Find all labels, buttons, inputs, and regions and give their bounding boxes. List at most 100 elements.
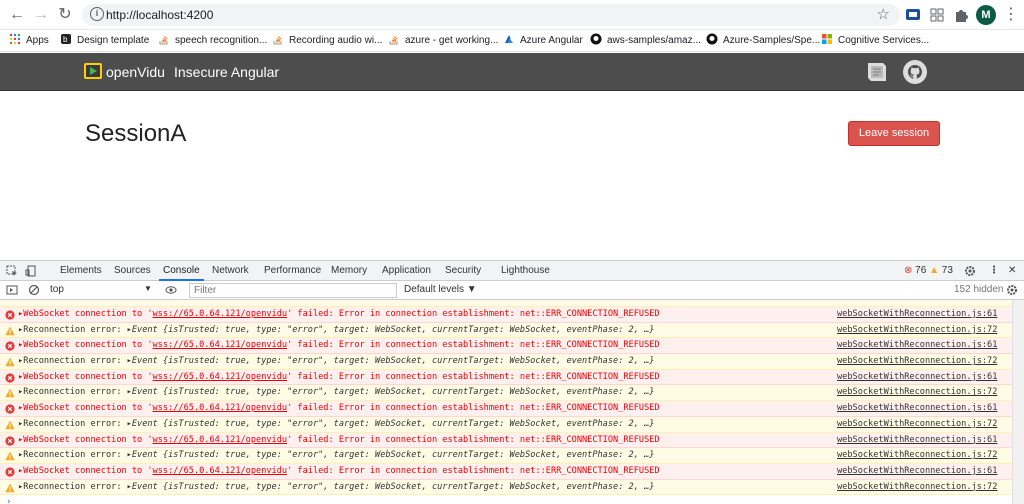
close-devtools-icon[interactable]: ✕: [1008, 265, 1016, 276]
event-object[interactable]: Event {isTrusted: true, type: "error", t…: [132, 325, 655, 335]
event-object[interactable]: Event {isTrusted: true, type: "error", t…: [132, 482, 655, 492]
puzzle-icon[interactable]: [952, 6, 970, 24]
bookmark-azure-angular[interactable]: Azure Angular: [503, 33, 583, 49]
source-link[interactable]: webSocketWithReconnection.js:61: [837, 307, 997, 323]
event-object[interactable]: Event {isTrusted: true, type: "error", t…: [132, 450, 655, 460]
dropdown-arrow-icon: ▼: [144, 284, 152, 293]
error-icon: [5, 341, 15, 351]
source-link[interactable]: webSocketWithReconnection.js:72: [837, 417, 997, 433]
warning-icon: [5, 420, 15, 430]
msg-label: Reconnection error:: [23, 356, 127, 367]
tab-network[interactable]: Network: [212, 265, 249, 276]
websocket-url-link[interactable]: wss://65.0.64.121/openvidu: [153, 372, 288, 382]
console-warning-row[interactable]: ▸Reconnection error: ▸Event {isTrusted: …: [0, 385, 1012, 402]
cast-extension-icon[interactable]: [904, 6, 922, 24]
site-info-icon[interactable]: i: [90, 7, 104, 21]
tab-sources[interactable]: Sources: [114, 265, 151, 276]
tab-elements[interactable]: Elements: [60, 265, 102, 276]
source-link[interactable]: webSocketWithReconnection.js:61: [837, 433, 997, 449]
tab-security[interactable]: Security: [445, 265, 481, 276]
console-scrollbar[interactable]: [1012, 300, 1024, 504]
bookmark-azure-get-working[interactable]: azure - get working...: [388, 33, 498, 49]
source-link[interactable]: webSocketWithReconnection.js:72: [837, 354, 997, 370]
console-warning-row[interactable]: ▸Reconnection error: ▸Event {isTrusted: …: [0, 448, 1012, 464]
websocket-url-link[interactable]: wss://65.0.64.121/openvidu: [153, 403, 288, 413]
source-link[interactable]: webSocketWithReconnection.js:61: [837, 338, 997, 354]
bookmark-speech-recognition[interactable]: speech recognition...: [158, 33, 267, 49]
event-object[interactable]: Event {isTrusted: true, type: "error", t…: [132, 419, 655, 429]
bookmark-azure-samples[interactable]: Azure-Samples/Spe...: [706, 33, 820, 49]
live-expression-eye-icon[interactable]: [165, 284, 177, 296]
tab-lighthouse[interactable]: Lighthouse: [501, 265, 550, 276]
websocket-url-link[interactable]: wss://65.0.64.121/openvidu: [153, 309, 288, 319]
warning-count: 73: [941, 265, 953, 276]
msg-label: Reconnection error:: [23, 481, 127, 492]
console-warning-row[interactable]: ▸Reconnection error: ▸Event {isTrusted: …: [0, 322, 1012, 339]
url-text[interactable]: http://localhost:4200: [106, 8, 213, 22]
settings-gear-icon[interactable]: [964, 265, 976, 277]
tab-memory[interactable]: Memory: [331, 265, 367, 276]
msg-prefix: WebSocket connection to ': [23, 371, 153, 382]
profile-avatar[interactable]: M: [976, 5, 996, 25]
log-levels-dropdown[interactable]: Default levels ▼: [404, 284, 477, 295]
bookmark-star-icon[interactable]: ☆: [877, 5, 890, 23]
console-settings-icon[interactable]: [1006, 284, 1018, 296]
docs-book-icon[interactable]: [864, 60, 890, 84]
address-bar[interactable]: i http://localhost:4200 ☆: [82, 4, 900, 26]
extension-grid-icon[interactable]: [928, 6, 946, 24]
error-icon: ⊗: [904, 265, 913, 276]
console-error-row[interactable]: ▸WebSocket connection to 'wss://65.0.64.…: [0, 307, 1012, 323]
bookmark-recording-audio[interactable]: Recording audio wi...: [272, 33, 382, 49]
tab-performance[interactable]: Performance: [264, 265, 321, 276]
msg-prefix: WebSocket connection to ': [23, 434, 153, 445]
github-icon[interactable]: [902, 59, 928, 85]
tab-application[interactable]: Application: [382, 265, 431, 276]
console-prompt[interactable]: ›: [0, 495, 1012, 504]
event-object[interactable]: Event {isTrusted: true, type: "error", t…: [132, 387, 655, 397]
clear-console-icon[interactable]: [28, 284, 40, 296]
console-message: ▸WebSocket connection to 'wss://65.0.64.…: [18, 434, 660, 445]
bookmark-design-template[interactable]: b Design template: [60, 33, 149, 49]
app-header: openVidu Insecure Angular: [0, 53, 1024, 91]
event-object[interactable]: Event {isTrusted: true, type: "error", t…: [132, 356, 655, 366]
console-message: ▸Reconnection error: ▸Event {isTrusted: …: [18, 356, 655, 367]
websocket-url-link[interactable]: wss://65.0.64.121/openvidu: [153, 435, 288, 445]
back-icon[interactable]: ←: [8, 6, 26, 24]
leave-session-button[interactable]: Leave session: [848, 121, 940, 146]
reload-icon[interactable]: ↻: [56, 6, 74, 24]
console-error-row[interactable]: ▸WebSocket connection to 'wss://65.0.64.…: [0, 432, 1012, 449]
brand-name[interactable]: openVidu: [106, 64, 165, 80]
devtools-menu-icon[interactable]: ⋮: [989, 265, 999, 276]
openvidu-logo-icon[interactable]: [84, 63, 102, 79]
source-link[interactable]: webSocketWithReconnection.js:61: [837, 401, 997, 417]
console-error-row[interactable]: ▸WebSocket connection to 'wss://65.0.64.…: [0, 463, 1012, 480]
console-warning-row[interactable]: ▸Reconnection error: ▸Event {isTrusted: …: [0, 416, 1012, 433]
forward-icon[interactable]: →: [32, 6, 50, 24]
tab-console[interactable]: Console: [159, 265, 204, 281]
websocket-url-link[interactable]: wss://65.0.64.121/openvidu: [153, 340, 288, 350]
source-link[interactable]: webSocketWithReconnection.js:61: [837, 370, 997, 386]
source-link[interactable]: webSocketWithReconnection.js:72: [837, 480, 997, 496]
console-error-row[interactable]: ▸WebSocket connection to 'wss://65.0.64.…: [0, 401, 1012, 417]
bookmark-cognitive-services[interactable]: Cognitive Services...: [821, 33, 929, 49]
console-warning-row[interactable]: ▸Reconnection error: ▸Event {isTrusted: …: [0, 354, 1012, 370]
issue-counter[interactable]: ⊗ 76 ▲ 73: [904, 265, 953, 276]
menu-kebab-icon[interactable]: ⋮: [1002, 6, 1020, 24]
bookmark-aws-samples[interactable]: aws-samples/amaz...: [590, 33, 701, 49]
stackoverflow-icon: [159, 36, 168, 45]
websocket-url-link[interactable]: wss://65.0.64.121/openvidu: [153, 466, 288, 476]
source-link[interactable]: webSocketWithReconnection.js:72: [837, 385, 997, 401]
console-filter-input[interactable]: Filter: [189, 283, 397, 298]
context-select[interactable]: top ▼: [50, 284, 154, 297]
bookmark-apps[interactable]: Apps: [9, 33, 49, 49]
sidebar-toggle-icon[interactable]: [6, 284, 18, 296]
source-link[interactable]: webSocketWithReconnection.js:72: [837, 323, 997, 339]
source-link[interactable]: webSocketWithReconnection.js:72: [837, 448, 997, 464]
inspect-element-icon[interactable]: [6, 265, 18, 277]
console-error-row[interactable]: ▸WebSocket connection to 'wss://65.0.64.…: [0, 369, 1012, 386]
msg-label: Reconnection error:: [23, 450, 127, 461]
device-toggle-icon[interactable]: [25, 265, 37, 277]
console-error-row[interactable]: ▸WebSocket connection to 'wss://65.0.64.…: [0, 338, 1012, 355]
source-link[interactable]: webSocketWithReconnection.js:61: [837, 464, 997, 480]
console-warning-row[interactable]: ▸Reconnection error: ▸Event {isTrusted: …: [0, 479, 1012, 496]
